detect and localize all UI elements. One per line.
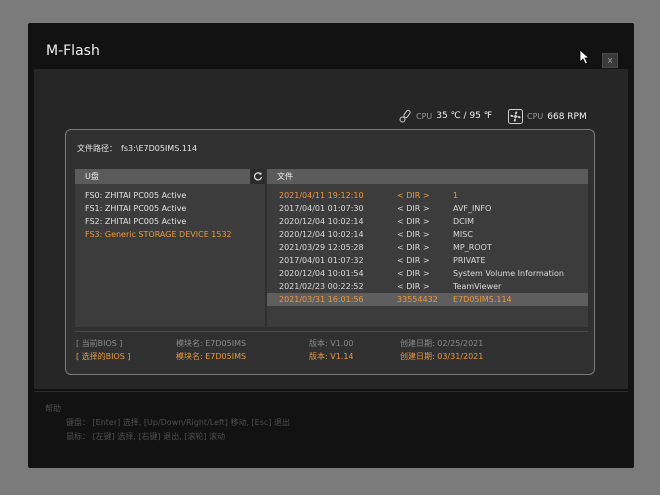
drive-item[interactable]: FS1: ZHITAI PC005 Active bbox=[75, 202, 265, 215]
file-row[interactable]: 2017/04/01 01:07:32 < DIR > PRIVATE bbox=[267, 254, 588, 267]
current-bios-label: [ 当前BIOS ] bbox=[76, 339, 123, 348]
file-row-selected[interactable]: 2021/03/31 16:01:56 33554432 E7D05IMS.114 bbox=[267, 293, 588, 306]
file-date: 2021/04/11 19:12:10 bbox=[279, 191, 364, 200]
help-section: 帮助 键盘： [Enter] 选择, [Up/Down/Right/Left] … bbox=[45, 403, 290, 442]
file-type: < DIR > bbox=[397, 191, 430, 200]
file-date: 2020/12/04 10:02:14 bbox=[279, 217, 364, 226]
refresh-icon bbox=[253, 172, 262, 181]
file-type: < DIR > bbox=[397, 282, 430, 291]
drive-list-header: U盘 bbox=[75, 169, 265, 184]
file-date: 2021/02/23 00:22:52 bbox=[279, 282, 364, 291]
mflash-window: M-Flash x CPU 35 ℃ / 95 ℉ CPU 668 RPM 文件… bbox=[28, 23, 634, 468]
file-path-value: fs3:\E7D05IMS.114 bbox=[121, 144, 198, 153]
file-name: MISC bbox=[453, 230, 473, 239]
current-bios-version: 版本: V1.00 bbox=[309, 339, 354, 348]
current-bios-date: 创建日期: 02/25/2021 bbox=[400, 339, 484, 348]
cpu-fan-label: CPU bbox=[527, 112, 544, 121]
file-date: 2021/03/31 16:01:56 bbox=[279, 295, 364, 304]
file-date: 2021/03/29 12:05:28 bbox=[279, 243, 364, 252]
cpu-temp-status: CPU 35 ℃ / 95 ℉ bbox=[398, 109, 492, 123]
file-row[interactable]: 2021/02/23 00:22:52 < DIR > TeamViewer bbox=[267, 280, 588, 293]
file-date: 2020/12/04 10:01:54 bbox=[279, 269, 364, 278]
file-name: DCIM bbox=[453, 217, 475, 226]
file-row[interactable]: 2020/12/04 10:02:14 < DIR > DCIM bbox=[267, 215, 588, 228]
mouse-cursor-icon bbox=[579, 49, 591, 65]
file-list-header: 文件 bbox=[267, 169, 588, 184]
file-list: 2021/04/11 19:12:10 < DIR > 1 2017/04/01 0… bbox=[267, 184, 588, 306]
file-type: < DIR > bbox=[397, 217, 430, 226]
file-type: < DIR > bbox=[397, 230, 430, 239]
file-type: < DIR > bbox=[397, 243, 430, 252]
file-row[interactable]: 2021/03/29 12:05:28 < DIR > MP_ROOT bbox=[267, 241, 588, 254]
current-bios-model: 模块名: E7D05IMS bbox=[176, 339, 247, 348]
file-date: 2017/04/01 01:07:30 bbox=[279, 204, 364, 213]
file-row[interactable]: 2020/12/04 10:01:54 < DIR > System Volume … bbox=[267, 267, 588, 280]
file-list-panel: 文件 2021/04/11 19:12:10 < DIR > 1 2017/04/0… bbox=[267, 169, 588, 327]
drive-list: FS0: ZHITAI PC005 Active FS1: ZHITAI PC0… bbox=[75, 184, 265, 241]
window-title: M-Flash bbox=[46, 43, 100, 59]
file-size: 33554432 bbox=[397, 295, 438, 304]
file-date: 2020/12/04 10:02:14 bbox=[279, 230, 364, 239]
file-name: TeamViewer bbox=[453, 282, 502, 291]
cpu-fan-status: CPU 668 RPM bbox=[508, 109, 587, 124]
file-path-label: 文件路径： bbox=[77, 144, 117, 153]
selected-bios-row: [ 选择的BIOS ] 模块名: E7D05IMS 版本: V1.14 创建日期… bbox=[76, 351, 576, 363]
file-name: System Volume Information bbox=[453, 269, 564, 278]
selected-bios-date: 创建日期: 03/31/2021 bbox=[400, 352, 484, 361]
divider bbox=[75, 331, 588, 332]
drive-list-title: U盘 bbox=[85, 172, 99, 181]
fan-icon bbox=[508, 109, 523, 124]
cpu-fan-value: 668 RPM bbox=[547, 111, 587, 122]
drive-item[interactable]: FS2: ZHITAI PC005 Active bbox=[75, 215, 265, 228]
file-name: 1 bbox=[453, 191, 459, 200]
help-divider bbox=[34, 391, 628, 392]
file-type: < DIR > bbox=[397, 269, 430, 278]
file-path: 文件路径： fs3:\E7D05IMS.114 bbox=[77, 143, 197, 154]
close-button[interactable]: x bbox=[602, 53, 618, 68]
file-name: PRIVATE bbox=[453, 256, 486, 265]
file-date: 2017/04/01 01:07:32 bbox=[279, 256, 364, 265]
cpu-temp-value: 35 ℃ / 95 ℉ bbox=[436, 111, 493, 121]
help-mouse: 鼠标： [左键] 选择, [右键] 退出, [滚轮] 滚动 bbox=[66, 432, 226, 441]
cpu-temp-label: CPU bbox=[416, 111, 433, 121]
flash-panel: 文件路径： fs3:\E7D05IMS.114 U盘 FS0: ZHITAI PC… bbox=[65, 129, 595, 375]
selected-bios-version: 版本: V1.14 bbox=[309, 352, 354, 361]
file-name: E7D05IMS.114 bbox=[453, 295, 512, 304]
help-title: 帮助 bbox=[45, 404, 61, 413]
file-type: < DIR > bbox=[397, 256, 430, 265]
selected-bios-model: 模块名: E7D05IMS bbox=[176, 352, 247, 361]
file-row[interactable]: 2021/04/11 19:12:10 < DIR > 1 bbox=[267, 189, 588, 202]
refresh-button[interactable] bbox=[250, 169, 265, 184]
selected-bios-label: [ 选择的BIOS ] bbox=[76, 352, 131, 361]
help-keyboard: 键盘： [Enter] 选择, [Up/Down/Right/Left] 移动,… bbox=[66, 418, 290, 427]
file-row[interactable]: 2020/12/04 10:02:14 < DIR > MISC bbox=[267, 228, 588, 241]
drive-item[interactable]: FS0: ZHITAI PC005 Active bbox=[75, 189, 265, 202]
file-name: MP_ROOT bbox=[453, 243, 492, 252]
file-name: AVF_INFO bbox=[453, 204, 492, 213]
drive-item-selected[interactable]: FS3: Generic STORAGE DEVICE 1532 bbox=[75, 228, 265, 241]
file-row[interactable]: 2017/04/01 01:07:30 < DIR > AVF_INFO bbox=[267, 202, 588, 215]
drive-list-panel: U盘 FS0: ZHITAI PC005 Active FS1: ZHITAI … bbox=[75, 169, 265, 327]
thermometer-icon bbox=[399, 109, 411, 123]
file-type: < DIR > bbox=[397, 204, 430, 213]
current-bios-row: [ 当前BIOS ] 模块名: E7D05IMS 版本: V1.00 创建日期:… bbox=[76, 338, 576, 350]
